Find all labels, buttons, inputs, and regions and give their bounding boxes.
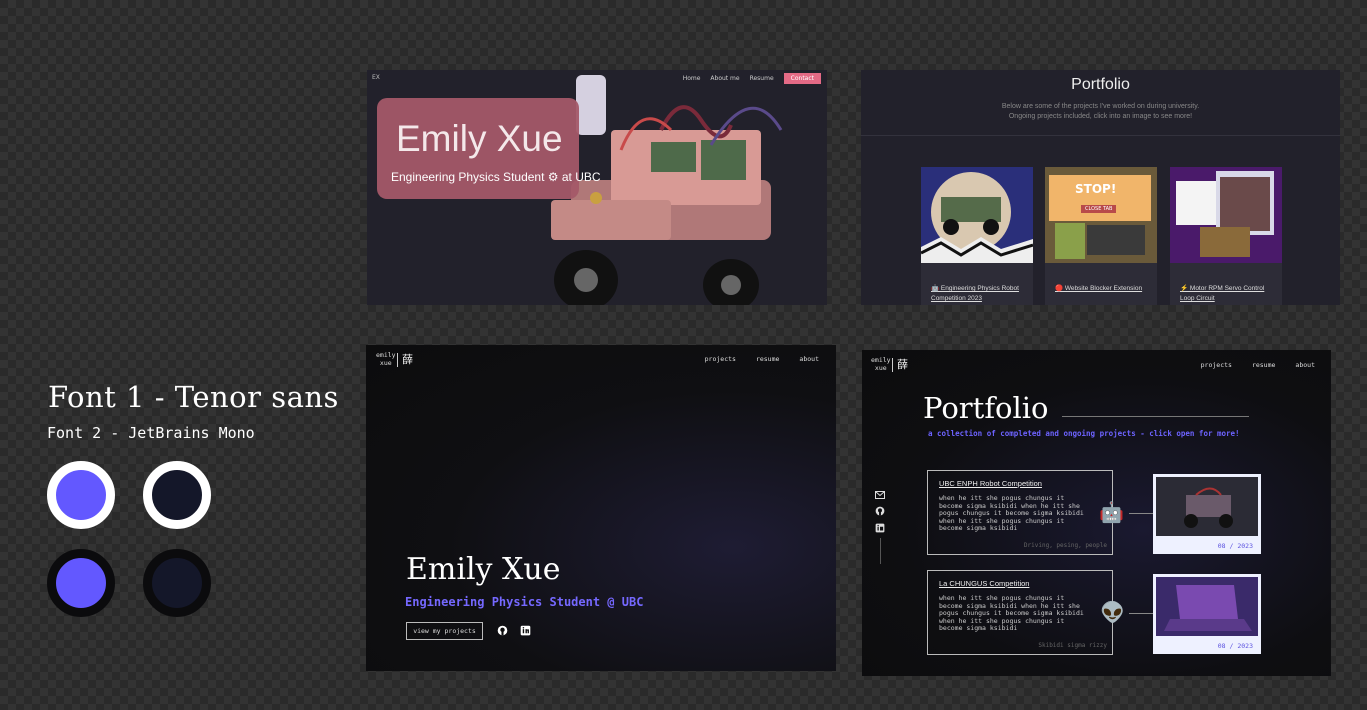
robot-project-image (921, 167, 1033, 263)
font-1-label: Font 1 - Tenor sans (48, 380, 339, 414)
design-frame-portfolio-v2[interactable]: emily xue 薛 projects resume about Portfo… (862, 350, 1331, 676)
project-photo[interactable]: 08 / 2023 (1153, 474, 1261, 554)
hero-subtitle: Engineering Physics Student ⚙ at UBC (391, 170, 601, 184)
nav-resume[interactable]: resume (1252, 361, 1275, 369)
brand-character: 薛 (897, 358, 908, 371)
hero-subtitle: Engineering Physics Student @ UBC (405, 595, 644, 609)
swatch-accent-on-black (47, 549, 115, 617)
robot-render-image (551, 75, 783, 305)
project-description: when he itt she pogus chungus it become … (939, 494, 1084, 532)
brand-character: 薛 (402, 353, 413, 366)
github-icon[interactable] (497, 625, 508, 636)
project-card[interactable]: UBC ENPH Robot Competition when he itt s… (927, 470, 1113, 555)
connector-line (1129, 613, 1154, 614)
design-frame-home-v1[interactable]: EX Home About me Resume Contact Emily Xu… (367, 70, 827, 305)
robot-emoji-icon: 🤖 (1099, 500, 1124, 524)
nav-resume[interactable]: Resume (750, 75, 774, 82)
top-nav: projects resume about (1201, 361, 1315, 369)
portfolio-title: Portfolio (923, 391, 1049, 425)
top-nav: projects resume about (705, 355, 819, 363)
swatch-navy-on-black (143, 549, 211, 617)
nav-projects[interactable]: projects (1201, 361, 1232, 369)
font-2-label: Font 2 - JetBrains Mono (47, 424, 255, 442)
linkedin-icon[interactable] (520, 625, 531, 636)
project-card[interactable]: La CHUNGUS Competition when he itt she p… (927, 570, 1113, 655)
title-underline (1062, 416, 1249, 417)
project-tags: Driving, pesing, people (1023, 542, 1107, 549)
project-tags: Skibidi sigma rizzy (1038, 642, 1107, 649)
project-card-title[interactable]: 🔴 Website Blocker Extension (1055, 284, 1151, 294)
nav-home[interactable]: Home (683, 75, 701, 82)
close-tab-button[interactable]: CLOSE TAB (1081, 205, 1117, 213)
stop-label: STOP! (1075, 182, 1117, 196)
hero-name: Emily Xue (396, 118, 563, 159)
project-photo[interactable]: 08 / 2023 (1153, 574, 1261, 654)
swatch-navy-on-white (143, 461, 211, 529)
contact-button[interactable]: Contact (783, 73, 821, 84)
project-card[interactable]: ⚡ Motor RPM Servo Control Loop Circuit (1170, 167, 1282, 305)
nav-about[interactable]: About me (710, 75, 739, 82)
design-frame-portfolio-v1[interactable]: Portfolio Below are some of the projects… (861, 70, 1340, 305)
project-date: 08 / 2023 (1217, 642, 1253, 650)
mail-icon[interactable] (875, 491, 885, 499)
alien-emoji-icon: 👽 (1100, 600, 1125, 624)
connector-line (1129, 513, 1154, 514)
portfolio-tagline: a collection of completed and ongoing pr… (928, 429, 1240, 438)
top-nav: Home About me Resume Contact (683, 73, 821, 84)
brand-divider (397, 353, 398, 367)
nav-about[interactable]: about (799, 355, 819, 363)
divider (861, 135, 1340, 136)
portfolio-title: Portfolio (1071, 76, 1130, 93)
robot-photo-image (1156, 477, 1258, 536)
linkedin-icon[interactable] (875, 523, 885, 533)
swatch-accent-on-white (47, 461, 115, 529)
sidebar-line (880, 538, 881, 564)
portfolio-description: Below are some of the projects I've work… (1001, 103, 1200, 120)
project-card[interactable]: 🤖 Engineering Physics Robot Competition … (921, 167, 1033, 305)
project-description: when he itt she pogus chungus it become … (939, 594, 1084, 632)
project-card-title[interactable]: 🤖 Engineering Physics Robot Competition … (931, 284, 1027, 304)
project-title[interactable]: La CHUNGUS Competition (939, 579, 1029, 588)
laptop-photo-image (1156, 577, 1258, 636)
view-projects-button[interactable]: view my projects (406, 622, 483, 640)
social-sidebar (875, 491, 885, 533)
nav-projects[interactable]: projects (705, 355, 736, 363)
project-card[interactable]: STOP! CLOSE TAB 🔴 Website Blocker Extens… (1045, 167, 1157, 305)
hero-name: Emily Xue (406, 552, 561, 587)
design-frame-home-v2[interactable]: emily xue 薛 projects resume about Emily … (366, 345, 836, 671)
brand-logo[interactable]: emily xue (376, 351, 396, 367)
circuit-project-image (1170, 167, 1282, 263)
github-icon[interactable] (875, 506, 885, 516)
nav-about[interactable]: about (1295, 361, 1315, 369)
project-title[interactable]: UBC ENPH Robot Competition (939, 479, 1042, 488)
brand-divider (892, 358, 893, 372)
nav-resume[interactable]: resume (756, 355, 779, 363)
project-date: 08 / 2023 (1217, 542, 1253, 550)
brand-logo[interactable]: emily xue (871, 356, 891, 372)
project-card-title[interactable]: ⚡ Motor RPM Servo Control Loop Circuit (1180, 284, 1276, 304)
logo[interactable]: EX (372, 74, 380, 81)
